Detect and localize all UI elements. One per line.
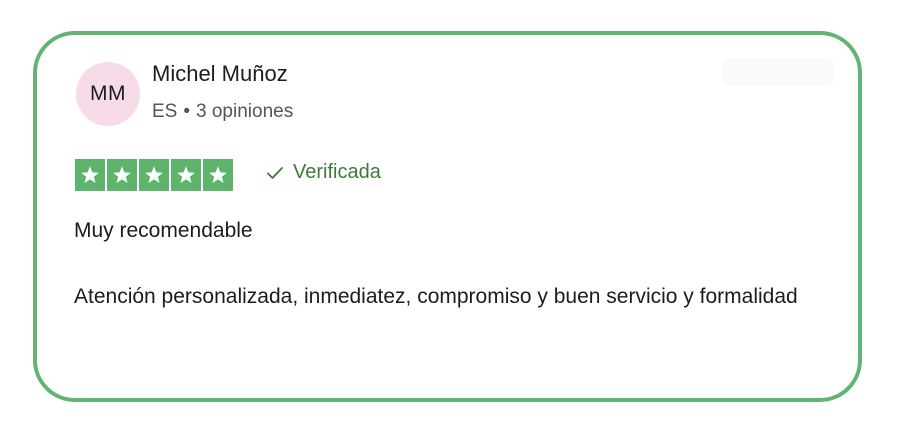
reviewer-country: ES	[152, 101, 178, 122]
review-date	[722, 58, 834, 86]
check-icon	[266, 166, 284, 180]
review-body: Atención personalizada, inmediatez, comp…	[74, 285, 798, 308]
separator-dot: •	[183, 101, 191, 122]
reviewer-review-count: 3 opiniones	[196, 101, 294, 122]
verified-badge[interactable]: Verificada	[266, 161, 381, 184]
star-icon	[75, 159, 105, 191]
reviewer-name[interactable]: Michel Muñoz	[152, 61, 288, 87]
star-rating	[75, 159, 233, 191]
avatar: MM	[76, 62, 140, 126]
star-icon	[171, 159, 201, 191]
reviewer-meta: ES • 3 opiniones	[152, 101, 293, 123]
review-title: Muy recomendable	[74, 219, 253, 242]
star-icon	[139, 159, 169, 191]
verified-label: Verificada	[293, 161, 381, 183]
star-icon	[203, 159, 233, 191]
star-icon	[107, 159, 137, 191]
